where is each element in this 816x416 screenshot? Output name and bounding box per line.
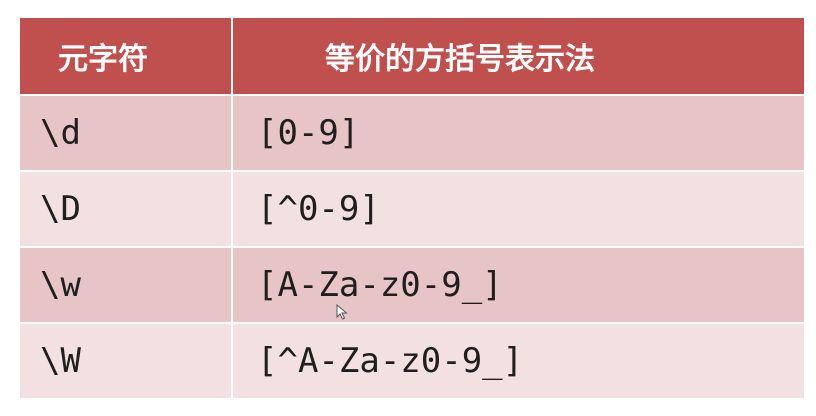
metachar-cell: \D <box>20 170 233 246</box>
header-equivalent: 等价的方括号表示法 <box>233 18 804 94</box>
slide-canvas: 元字符 等价的方括号表示法 \d [0-9] \D [^0-9] \w [A-Z… <box>0 0 816 416</box>
table-row: \d [0-9] <box>20 94 804 170</box>
metachar-cell: \W <box>20 322 233 398</box>
equivalent-cell: [A-Za-z0-9_] <box>233 246 804 322</box>
equivalent-cell: [^0-9] <box>233 170 804 246</box>
equivalent-cell: [0-9] <box>233 94 804 170</box>
table-header-row: 元字符 等价的方括号表示法 <box>20 18 804 94</box>
equivalent-cell: [^A-Za-z0-9_] <box>233 322 804 398</box>
header-metachar: 元字符 <box>20 18 233 94</box>
regex-equivalence-table: 元字符 等价的方括号表示法 \d [0-9] \D [^0-9] \w [A-Z… <box>20 18 804 398</box>
metachar-cell: \w <box>20 246 233 322</box>
mouse-pointer-icon <box>336 304 348 320</box>
table-row: \W [^A-Za-z0-9_] <box>20 322 804 398</box>
metachar-cell: \d <box>20 94 233 170</box>
table-row: \w [A-Za-z0-9_] <box>20 246 804 322</box>
table-row: \D [^0-9] <box>20 170 804 246</box>
